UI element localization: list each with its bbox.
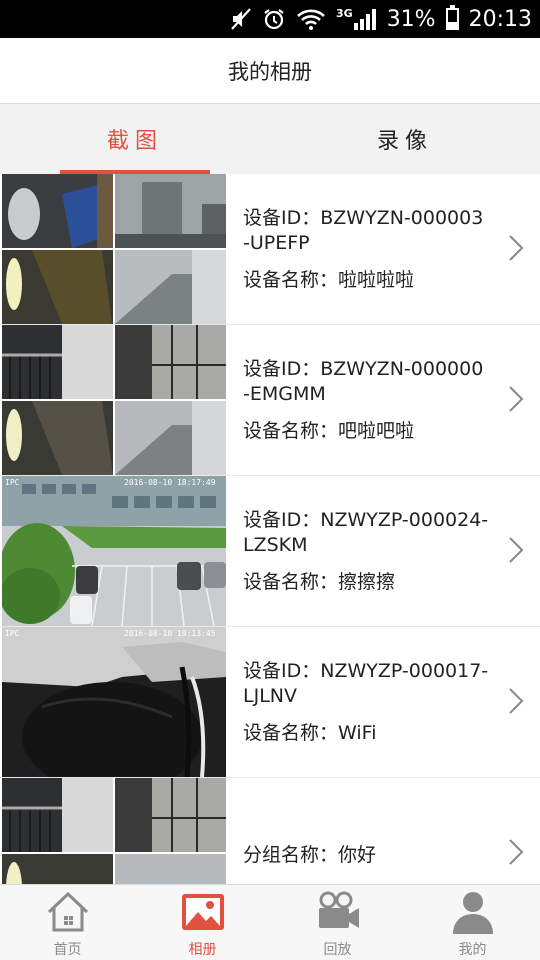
device-row[interactable]: 设备ID：BZWYZN-000000-EMGMM 设备名称：吧啦吧啦 xyxy=(0,325,540,476)
nav-home[interactable]: 首页 xyxy=(0,885,135,960)
group-name: 分组名称：你好 xyxy=(243,843,377,866)
device-thumbnail: IPC 2016-08-10 19:13:45 xyxy=(2,627,226,777)
chevron-right-icon xyxy=(509,537,524,563)
person-icon xyxy=(449,889,497,935)
nav-album-label: 相册 xyxy=(188,942,217,958)
nav-album[interactable]: 相册 xyxy=(135,885,270,960)
app-header: 我的相册 xyxy=(0,38,540,104)
device-thumbnail xyxy=(2,174,226,324)
tab-screenshots-label: 截图 xyxy=(106,129,163,154)
device-info: 设备ID：BZWYZN-000003-UPEFP 设备名称：啦啦啦啦 xyxy=(243,174,490,324)
group-row[interactable]: 分组名称：你好 xyxy=(0,778,540,884)
alarm-icon xyxy=(262,7,286,31)
device-thumbnail: IPC 2016-08-10 18:17:49 xyxy=(2,476,226,626)
status-bar: 3G 31% 20:13 xyxy=(0,0,540,38)
mute-icon xyxy=(230,7,252,31)
device-id: 设备ID：BZWYZN-000003-UPEFP xyxy=(243,206,484,254)
device-info: 设备ID：NZWYZP-000024-LZSKM 设备名称：擦擦擦 xyxy=(243,476,490,626)
wifi-icon xyxy=(296,8,326,30)
chevron-right-icon xyxy=(509,688,524,714)
device-row[interactable]: IPC 2016-08-10 19:13:45 设备ID：NZWYZP-0000… xyxy=(0,627,540,778)
device-name: 设备名称：擦擦擦 xyxy=(243,570,396,593)
device-info: 设备ID：BZWYZN-000000-EMGMM 设备名称：吧啦吧啦 xyxy=(243,325,490,475)
device-id: 设备ID：NZWYZP-000024-LZSKM xyxy=(243,508,489,556)
thumb-tag: IPC xyxy=(5,629,20,638)
device-name: 设备名称：WiFi xyxy=(243,721,377,744)
tab-screenshots[interactable]: 截图 xyxy=(0,104,270,174)
signal-icon: 3G xyxy=(336,6,377,30)
nav-profile[interactable]: 我的 xyxy=(405,885,540,960)
nav-playback[interactable]: 回放 xyxy=(270,885,405,960)
album-tabs: 截图 录像 xyxy=(0,104,540,174)
tab-recordings[interactable]: 录像 xyxy=(270,104,540,174)
nav-profile-label: 我的 xyxy=(458,942,487,958)
album-icon xyxy=(179,889,227,935)
device-id: 设备ID：NZWYZP-000017-LJLNV xyxy=(243,659,489,707)
device-name: 设备名称：啦啦啦啦 xyxy=(243,268,415,291)
group-thumbnail xyxy=(2,778,226,884)
device-row[interactable]: 设备ID：BZWYZN-000003-UPEFP 设备名称：啦啦啦啦 xyxy=(0,174,540,325)
device-info: 设备ID：NZWYZP-000017-LJLNV 设备名称：WiFi xyxy=(243,627,490,777)
home-icon xyxy=(44,889,92,935)
chevron-right-icon xyxy=(509,235,524,261)
group-info: 分组名称：你好 xyxy=(243,778,490,884)
device-name: 设备名称：吧啦吧啦 xyxy=(243,419,415,442)
device-list: 设备ID：BZWYZN-000003-UPEFP 设备名称：啦啦啦啦 设备ID：… xyxy=(0,174,540,884)
thumb-timestamp: 2016-08-10 19:13:45 xyxy=(124,629,216,638)
network-type: 3G xyxy=(336,6,353,20)
device-thumbnail xyxy=(2,325,226,475)
video-camera-icon xyxy=(314,889,362,935)
tab-recordings-label: 录像 xyxy=(376,129,433,154)
thumb-tag: IPC xyxy=(5,478,20,487)
nav-home-label: 首页 xyxy=(53,942,82,958)
chevron-right-icon xyxy=(509,839,524,865)
chevron-right-icon xyxy=(509,386,524,412)
clock: 20:13 xyxy=(468,6,532,32)
thumb-timestamp: 2016-08-10 18:17:49 xyxy=(124,478,216,487)
page-title: 我的相册 xyxy=(228,59,312,84)
bottom-nav: 首页 相册 回放 我的 xyxy=(0,884,540,960)
battery-percent: 31% xyxy=(386,6,436,32)
device-row[interactable]: IPC 2016-08-10 18:17:49 设备ID：NZWYZP-0000… xyxy=(0,476,540,627)
device-id: 设备ID：BZWYZN-000000-EMGMM xyxy=(243,357,484,405)
nav-playback-label: 回放 xyxy=(323,942,352,958)
battery-icon xyxy=(445,5,459,30)
